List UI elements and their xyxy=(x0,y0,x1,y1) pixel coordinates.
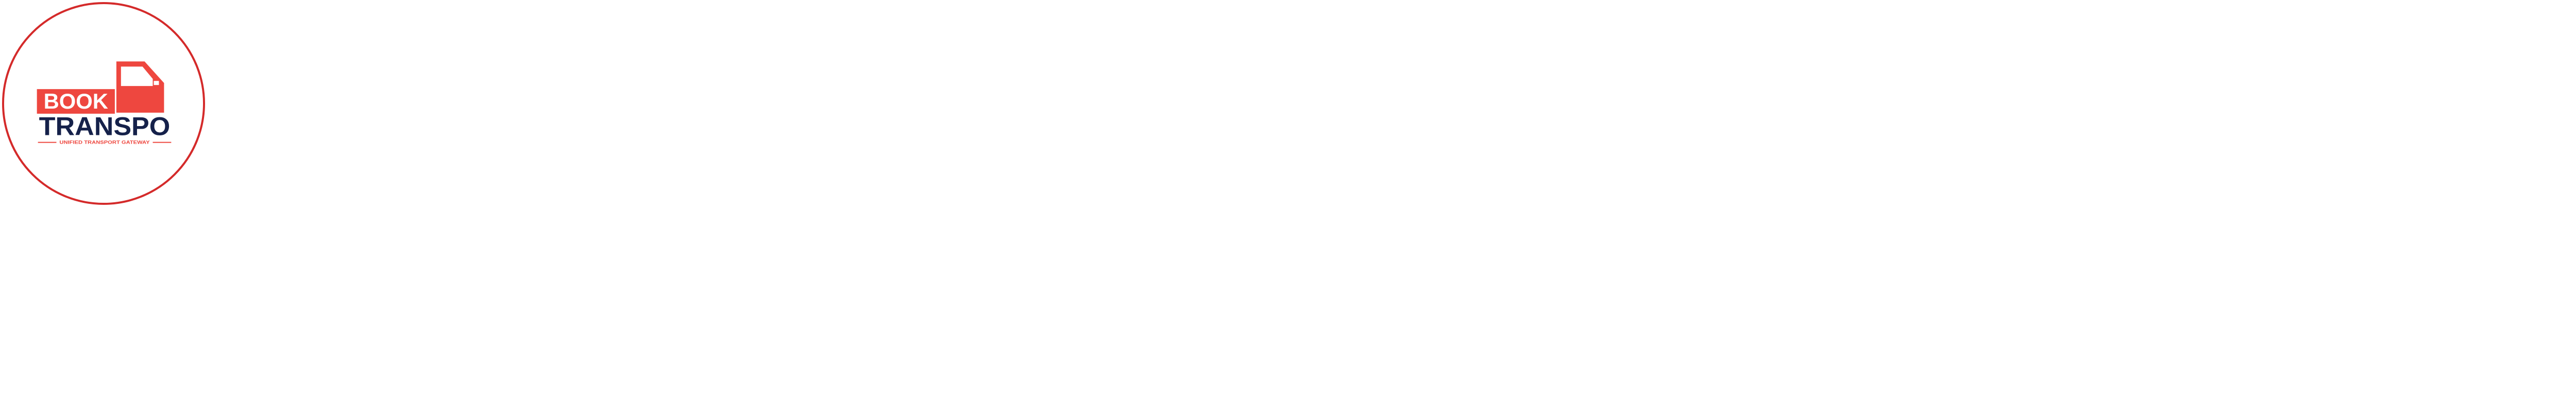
logo-graphic: BOOK TRANSPO UNIFIED TRANSPORT GATEWAY xyxy=(2,2,206,205)
logo-tagline: UNIFIED TRANSPORT GATEWAY xyxy=(59,140,149,145)
logo-word-transpo: TRANSPO xyxy=(39,112,171,141)
page-canvas: BOOK TRANSPO UNIFIED TRANSPORT GATEWAY xyxy=(0,0,2576,420)
logo-word-book: BOOK xyxy=(44,89,108,113)
booktranspo-logo[interactable]: BOOK TRANSPO UNIFIED TRANSPORT GATEWAY xyxy=(1,1,206,206)
